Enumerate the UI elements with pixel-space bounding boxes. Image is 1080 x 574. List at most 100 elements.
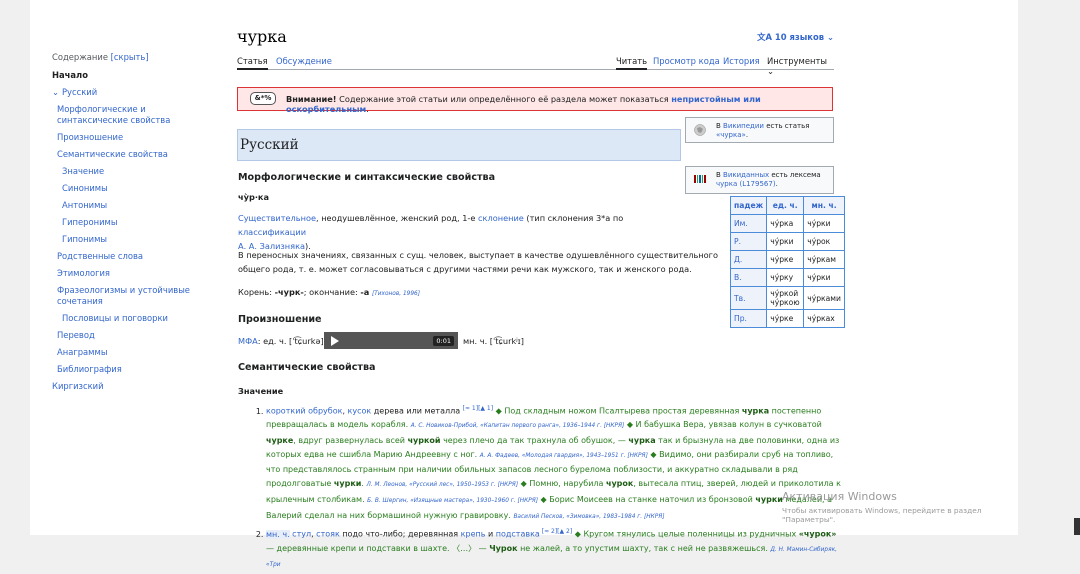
toc-item-label: Гипонимы — [62, 234, 107, 244]
audio-player[interactable]: 0:01 — [324, 332, 458, 349]
chevron-down-icon[interactable]: ⌄ — [52, 87, 62, 98]
morph-text-1: , неодушевлённое, женский род, 1-е — [316, 213, 479, 223]
declension-header: падеж — [729, 196, 768, 215]
tab-read[interactable]: Читать — [616, 56, 648, 70]
ipa-link[interactable]: МФА — [238, 336, 258, 346]
form-cell: чу́рками — [803, 286, 845, 310]
meaning-text: подо что-либо; деревянная — [339, 529, 461, 539]
toc-item[interactable]: Библиография — [52, 364, 202, 375]
example-text: ◆ Кругом тянулись целые поленницы из руд… — [572, 529, 799, 539]
toc-item[interactable]: Анаграммы — [52, 347, 202, 358]
toc-title: Содержание — [52, 52, 108, 62]
case-cell[interactable]: Тв. — [729, 286, 768, 310]
case-cell[interactable]: Им. — [729, 214, 768, 233]
pos-link[interactable]: Существительное — [238, 213, 316, 223]
case-cell[interactable]: Д. — [729, 250, 768, 269]
toc-item[interactable]: Произношение — [52, 132, 202, 143]
meaning-link[interactable]: крепь — [461, 530, 486, 539]
toc-item[interactable]: Морфологические и синтаксические свойств… — [52, 104, 202, 126]
tab-history[interactable]: История — [723, 56, 760, 68]
tab-view-source[interactable]: Просмотр кода — [653, 56, 720, 68]
meaning-item: короткий обрубок, кусок дерева или метал… — [266, 402, 846, 524]
ending-label: ; окончание: — [303, 287, 361, 297]
tools-menu[interactable]: Инструменты ⌄ — [767, 56, 834, 78]
toc-item-label: Фразеологизмы и устойчивые сочетания — [57, 285, 190, 306]
toc-item-label: Киргизский — [52, 381, 104, 391]
example-source[interactable]: Василий Песков, «Зимовка», 1983–1984 г. … — [513, 514, 664, 520]
toc-item-label: Библиография — [57, 364, 122, 374]
wikipedia-box-end: . — [745, 131, 749, 139]
meaning-link[interactable]: кусок — [348, 407, 372, 416]
toc-item-label: Русский — [62, 87, 98, 97]
classification-link[interactable]: классификации — [238, 227, 306, 237]
toc-item-label: Морфологические и синтаксические свойств… — [57, 104, 171, 125]
example-source[interactable]: Л. М. Леонов, «Русский лес», 1950–1953 г… — [366, 482, 518, 488]
label-link[interactable]: мн. ч. — [266, 529, 290, 539]
meaning-link[interactable]: стояк — [316, 530, 340, 539]
toc-item[interactable]: Гиперонимы — [52, 217, 202, 228]
table-row: Тв. чу́ркой чу́ркою чу́рками — [729, 286, 845, 310]
case-cell[interactable]: Р. — [729, 232, 768, 251]
toc-start[interactable]: Начало — [52, 70, 202, 81]
form-cell: чу́рки — [803, 268, 845, 287]
reference-link[interactable]: [≈ 2][▲ 2] — [540, 528, 572, 535]
tab-talk[interactable]: Обсуждение — [276, 56, 332, 68]
meaning-link[interactable]: подставка — [496, 530, 540, 539]
example-highlight: чурки — [333, 479, 362, 489]
root-source[interactable]: [Тихонов, 1996] — [372, 291, 420, 297]
example-text: ◆ И бабушка Вера, увязав колун в сучкова… — [624, 420, 822, 430]
toc-hide-link[interactable]: [скрыть] — [111, 52, 149, 62]
toc-item[interactable]: Перевод — [52, 330, 202, 341]
example-text: , вдруг развернулась всей — [293, 436, 408, 446]
wikidata-box-end: . — [775, 180, 778, 188]
translate-icon: 文A — [757, 32, 772, 42]
wikipedia-link[interactable]: Википедии — [723, 122, 764, 130]
ipa-line: МФА: ед. ч. [ˈt͡ɕurkə] — [238, 334, 324, 348]
morph-paragraph: Существительное, неодушевлённое, женский… — [238, 211, 678, 253]
toc-item[interactable]: Этимология — [52, 268, 202, 279]
reference-link[interactable]: [≈ 1][▲ 1] — [463, 405, 493, 412]
tab-article[interactable]: Статья — [237, 56, 268, 70]
wikidata-link[interactable]: Викиданных — [723, 171, 769, 179]
example-source[interactable]: А. А. Фадеев, «Молодая гвардия», 1943–19… — [480, 453, 648, 459]
form-cell: чу́ркам — [803, 250, 845, 269]
example-text: — деревянные крепи и подставки в шахте. … — [266, 543, 490, 553]
play-icon[interactable] — [331, 336, 339, 346]
table-row: Им. чу́рка чу́рки — [729, 214, 845, 233]
languages-label: 10 языков — [774, 32, 825, 42]
table-row: Д. чу́рке чу́ркам — [729, 250, 845, 269]
languages-button[interactable]: 文A 10 языков ⌄ — [757, 31, 834, 43]
form-cell: чу́ркой чу́ркою — [766, 286, 805, 310]
toc-item[interactable]: Родственные слова — [52, 251, 202, 262]
toc-item[interactable]: Семантические свойства — [52, 149, 202, 160]
declension-link[interactable]: склонение — [478, 213, 524, 223]
toc-item[interactable]: ⌄ Русский — [52, 87, 202, 98]
warning-end: . — [366, 104, 369, 114]
case-cell[interactable]: В. — [729, 268, 768, 287]
toc-item[interactable]: Антонимы — [52, 200, 202, 211]
toc-item[interactable]: Синонимы — [52, 183, 202, 194]
warning-text: Внимание! Содержание этой статьи или опр… — [286, 94, 832, 114]
toc-item[interactable]: Значение — [52, 166, 202, 177]
example-text: ◆ Борис Моисеев на станке наточил из бро… — [538, 494, 756, 504]
meaning-link[interactable]: стул — [292, 530, 311, 539]
meanings-list: короткий обрубок, кусок дерева или метал… — [256, 402, 846, 574]
toc-item-label: Синонимы — [62, 183, 108, 193]
example-source[interactable]: А. С. Новиков-Прибой, «Капитан первого р… — [411, 423, 625, 429]
wikidata-box-text: В Викиданных есть лексема чурка (L179567… — [716, 171, 828, 189]
toc-item[interactable]: Фразеологизмы и устойчивые сочетания — [52, 285, 202, 307]
toc-item[interactable]: Гипонимы — [52, 234, 202, 245]
toc-item[interactable]: Пословицы и поговорки — [52, 313, 202, 324]
toc-item[interactable]: Киргизский — [52, 381, 202, 392]
wikidata-lexeme-link[interactable]: чурка (L179567) — [716, 180, 776, 188]
meaning-link[interactable]: короткий обрубок — [266, 407, 342, 416]
example-highlight: «чурок» — [798, 529, 837, 539]
tools-label: Инструменты — [767, 56, 827, 66]
table-row: В. чу́рку чу́рки — [729, 268, 845, 287]
wikipedia-article-link[interactable]: «чурка» — [716, 131, 746, 139]
toc-item-label: Перевод — [57, 330, 95, 340]
case-cell[interactable]: Пр. — [729, 309, 768, 328]
example-source[interactable]: Б. В. Шергин, «Изящные мастера», 1930–19… — [367, 498, 538, 504]
form-cell: чу́рку — [766, 268, 805, 287]
wikidata-barcode-icon — [694, 175, 706, 183]
